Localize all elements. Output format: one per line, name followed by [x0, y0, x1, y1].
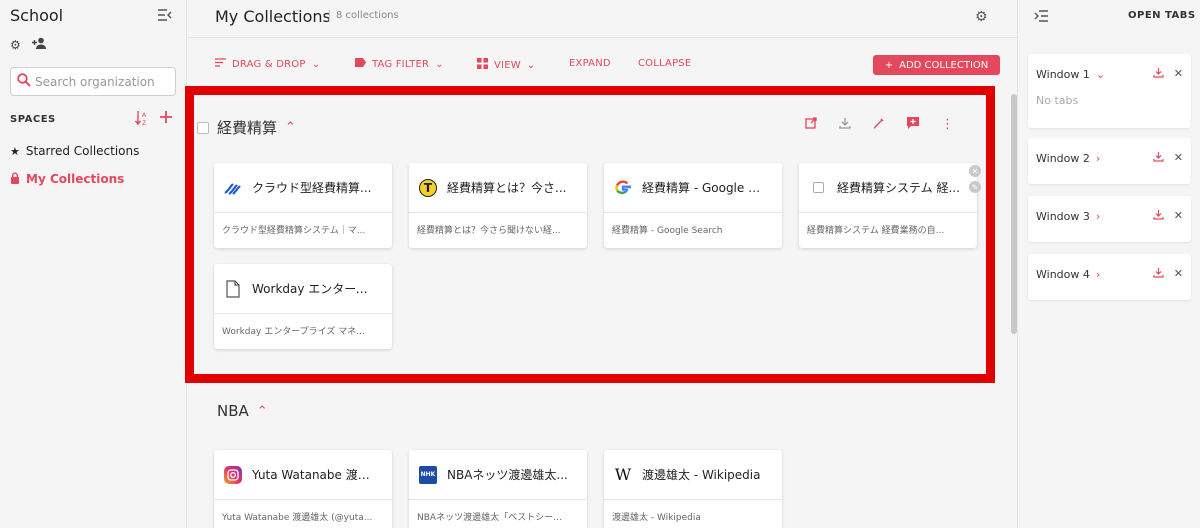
search-input[interactable]: [35, 74, 170, 89]
instagram-icon: [224, 465, 242, 484]
drag-icon: [215, 58, 226, 70]
sidebar-item-label: Starred Collections: [25, 144, 140, 158]
chevron-down-icon: ⌄: [1095, 68, 1106, 81]
chevron-right-icon: ›: [1095, 268, 1101, 281]
window-card: Window 4 › ✕: [1028, 254, 1191, 300]
view-button[interactable]: VIEW ⌄: [477, 58, 535, 72]
close-icon[interactable]: ✕: [1174, 267, 1183, 281]
card-title: NBAネッツ渡邊雄太...: [447, 468, 568, 482]
search-box[interactable]: [10, 67, 176, 96]
close-icon[interactable]: ✕: [1174, 209, 1183, 223]
main-content: My Collections 8 collections ⚙ DRAG & DR…: [185, 0, 1017, 528]
add-collection-button[interactable]: + ADD COLLECTION: [873, 55, 1000, 75]
tag-icon: [355, 58, 366, 70]
window-card: Window 2 › ✕: [1028, 138, 1191, 184]
wikipedia-icon: W: [614, 465, 632, 484]
nhk-icon: NHK: [419, 465, 437, 484]
window-header[interactable]: Window 1 ⌄: [1036, 68, 1105, 81]
settings-gear-icon[interactable]: ⚙: [10, 38, 21, 52]
page-title: My Collections: [215, 7, 331, 26]
expand-button[interactable]: EXPAND: [569, 58, 611, 69]
card-title: Yuta Watanabe 渡邊...: [252, 468, 377, 482]
plus-icon: +: [884, 59, 894, 71]
window-label: Window 1: [1036, 68, 1090, 81]
window-label: Window 3: [1036, 210, 1090, 223]
search-icon: [17, 73, 31, 90]
lock-icon: [10, 171, 20, 187]
collapse-sidebar-icon[interactable]: [158, 9, 174, 23]
window-label: Window 2: [1036, 152, 1090, 165]
close-icon[interactable]: ✕: [1174, 67, 1183, 81]
top-bar: My Collections 8 collections ⚙: [187, 0, 1017, 38]
star-icon: ★: [10, 144, 20, 158]
collapse-panel-icon[interactable]: [1034, 10, 1048, 25]
spaces-heading: SPACES: [10, 114, 56, 125]
card-url: Yuta Watanabe 渡邊雄太 (@yuta...: [222, 513, 373, 523]
window-header[interactable]: Window 2 ›: [1036, 152, 1100, 165]
view-label: VIEW: [494, 59, 521, 71]
add-collection-label: ADD COLLECTION: [899, 59, 989, 71]
svg-text:Z: Z: [142, 120, 146, 126]
tab-card[interactable]: W 渡邊雄太 - Wikipedia 渡邊雄太 - Wikipedia: [604, 450, 782, 528]
tag-filter-label: TAG FILTER: [372, 58, 430, 70]
download-icon[interactable]: [1153, 67, 1164, 81]
left-sidebar: School ⚙ SPACES AZ ★ Starred Collections…: [0, 0, 187, 528]
chevron-down-icon: ⌄: [311, 58, 321, 70]
download-icon[interactable]: [1153, 209, 1164, 223]
card-url: NBAネッツ渡邊雄太「ベストシー...: [417, 513, 562, 523]
close-icon[interactable]: ✕: [1174, 151, 1183, 165]
open-tabs-panel: OPEN TABS Window 1 ⌄ ✕ No tabs Window 2 …: [1017, 0, 1200, 528]
tab-card[interactable]: NHK NBAネッツ渡邊雄太... NBAネッツ渡邊雄太「ベストシー...: [409, 450, 587, 528]
highlight-box: [185, 86, 995, 383]
chevron-down-icon: ⌄: [526, 59, 536, 71]
tab-card[interactable]: Yuta Watanabe 渡邊... Yuta Watanabe 渡邊雄太 (…: [214, 450, 392, 528]
panel-title: OPEN TABS: [1128, 10, 1196, 21]
drag-drop-button[interactable]: DRAG & DROP ⌄: [215, 58, 320, 70]
sort-icon[interactable]: AZ: [134, 110, 149, 130]
download-icon[interactable]: [1153, 151, 1164, 165]
window-header[interactable]: Window 3 ›: [1036, 210, 1100, 223]
svg-text:A: A: [142, 112, 147, 119]
window-card: Window 3 › ✕: [1028, 196, 1191, 242]
download-icon[interactable]: [1153, 267, 1164, 281]
chevron-down-icon: ⌄: [435, 58, 444, 70]
collection-title[interactable]: NBA: [217, 402, 249, 420]
workspace-title[interactable]: School: [10, 6, 63, 25]
chevron-right-icon: ›: [1095, 152, 1101, 165]
sidebar-item-starred[interactable]: ★ Starred Collections: [10, 143, 139, 159]
card-title: 渡邊雄太 - Wikipedia: [642, 468, 761, 482]
collapse-button[interactable]: COLLAPSE: [638, 58, 691, 69]
sidebar-item-label: My Collections: [26, 172, 125, 186]
collections-area: 経費精算 ⌃ ⋮ クラウド型経費精算... クラウド型経費精算システム｜マ...…: [185, 84, 1017, 528]
add-user-icon[interactable]: [31, 37, 47, 52]
tag-filter-button[interactable]: TAG FILTER ⌄: [355, 58, 444, 70]
add-space-icon[interactable]: [159, 110, 173, 130]
settings-gear-icon[interactable]: ⚙: [975, 9, 988, 25]
sidebar-item-my-collections[interactable]: My Collections: [10, 171, 124, 187]
no-tabs-text: No tabs: [1036, 94, 1079, 107]
card-url: 渡邊雄太 - Wikipedia: [612, 513, 701, 523]
chevron-right-icon: ›: [1095, 210, 1101, 223]
window-label: Window 4: [1036, 268, 1090, 281]
chevron-up-icon[interactable]: ⌃: [257, 404, 268, 419]
grid-icon: [477, 58, 488, 72]
collection-count: 8 collections: [329, 10, 399, 21]
collection-header: NBA ⌃: [217, 402, 268, 420]
window-card: Window 1 ⌄ ✕ No tabs: [1028, 54, 1191, 128]
drag-drop-label: DRAG & DROP: [232, 58, 306, 70]
window-header[interactable]: Window 4 ›: [1036, 268, 1100, 281]
